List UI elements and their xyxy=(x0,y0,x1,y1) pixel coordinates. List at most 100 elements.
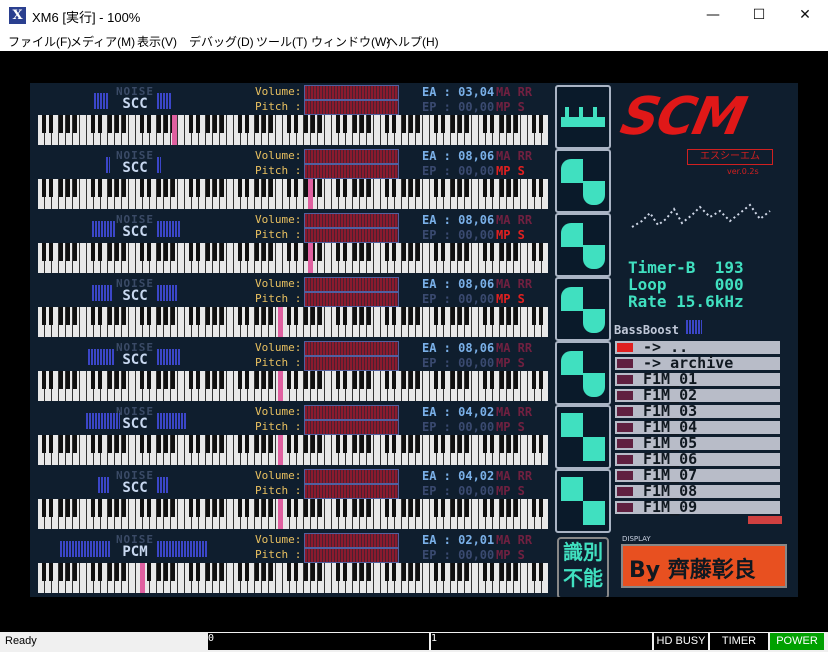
waveform-box xyxy=(555,85,611,149)
keyboard xyxy=(38,115,548,145)
active-key xyxy=(278,499,283,529)
chip-label: SCC xyxy=(122,288,148,304)
file-name: F1M_08 xyxy=(643,482,698,500)
minimize-button[interactable]: — xyxy=(690,0,736,30)
level-meter-right xyxy=(157,349,181,365)
waveform-box xyxy=(555,149,611,213)
author-credit: By 齊藤彰良 xyxy=(629,558,756,583)
file-marker xyxy=(617,391,633,400)
bassboost-meter xyxy=(686,320,702,334)
close-button[interactable]: ✕ xyxy=(782,0,828,30)
waveform-box xyxy=(555,341,611,405)
level-meter-left xyxy=(94,93,108,109)
file-list-item[interactable]: F1M_02 xyxy=(615,386,780,404)
level-meter-left xyxy=(60,541,110,557)
file-name: F1M_02 xyxy=(643,386,698,404)
file-marker xyxy=(617,407,633,416)
keyboard xyxy=(38,371,548,401)
file-list-item[interactable]: -> archive xyxy=(615,354,780,372)
volume-label: Volume: xyxy=(255,533,302,546)
ma-flags: MA RR xyxy=(496,341,533,355)
mp-flags: MP S xyxy=(496,420,525,434)
chip-label: SCC xyxy=(122,480,148,496)
ea-readout: EA : 04,02 xyxy=(422,405,495,419)
file-list-item[interactable]: -> .. xyxy=(615,338,780,356)
file-list-item[interactable]: F1M_07 xyxy=(615,467,780,483)
author-box: By 齊藤彰良 xyxy=(621,544,787,588)
menu-bar: ファイル(F) メディア(M) 表示(V) デバッグ(D) ツール(T) ウィン… xyxy=(0,30,828,51)
mp-flags: MP S xyxy=(496,292,525,306)
menu-window[interactable]: ウィンドウ(W) xyxy=(311,33,390,50)
file-list-item[interactable]: F1M_08 xyxy=(615,482,780,500)
pitch-label: Pitch : xyxy=(255,548,302,561)
file-list-item[interactable]: F1M_09 xyxy=(615,498,780,516)
active-key xyxy=(172,115,177,145)
file-list-item[interactable]: F1M_01 xyxy=(615,371,780,387)
active-key xyxy=(308,179,313,209)
file-name: F1M_05 xyxy=(643,434,698,452)
channel-row: NOISE PCM Volume: Pitch : EA : 02,01 EP : 00,… xyxy=(30,531,553,595)
menu-file[interactable]: ファイル(F) xyxy=(8,33,71,50)
level-meter-right xyxy=(157,541,207,557)
active-key xyxy=(278,307,283,337)
status-text: Ready xyxy=(5,635,37,647)
ep-readout: EP : 00,00 xyxy=(422,484,495,498)
status-bar: Ready 0 1 HD BUSY TIMER POWER xyxy=(0,632,828,652)
volume-label: Volume: xyxy=(255,213,302,226)
mp-flags: MP S xyxy=(496,484,525,498)
pitch-bar xyxy=(304,292,399,307)
file-list-item[interactable]: F1M_03 xyxy=(615,403,780,419)
channel-row: NOISE SCC Volume: Pitch : EA : 08,06 EP : 00,… xyxy=(30,211,553,275)
volume-bar xyxy=(304,213,399,228)
volume-bar xyxy=(304,533,399,548)
keyboard xyxy=(38,307,548,337)
menu-view[interactable]: 表示(V) xyxy=(137,33,177,50)
ma-flags: MA RR xyxy=(496,213,533,227)
ea-readout: EA : 08,06 xyxy=(422,149,495,163)
maximize-button[interactable]: ☐ xyxy=(736,0,782,30)
file-name: -> archive xyxy=(643,354,734,372)
channel-row: NOISE SCC Volume: Pitch : EA : 04,02 EP : 00,… xyxy=(30,403,553,467)
pitch-bar xyxy=(304,100,399,115)
menu-help[interactable]: ヘルプ(H) xyxy=(386,33,439,50)
volume-bar xyxy=(304,469,399,484)
display-tag: DISPLAY xyxy=(622,535,651,543)
waveform-box xyxy=(555,469,611,533)
level-meter-left xyxy=(98,477,110,493)
chip-label: SCC xyxy=(122,352,148,368)
pitch-label: Pitch : xyxy=(255,228,302,241)
volume-bar xyxy=(304,85,399,100)
app-icon: X xyxy=(9,7,26,24)
ea-readout: EA : 02,01 xyxy=(422,533,495,547)
file-name: F1M_06 xyxy=(643,450,698,468)
volume-bar xyxy=(304,149,399,164)
file-marker xyxy=(617,359,633,368)
ma-flags: MA RR xyxy=(496,277,533,291)
pitch-bar xyxy=(304,420,399,435)
menu-tools[interactable]: ツール(T) xyxy=(256,33,307,50)
mp-flags: MP S xyxy=(496,100,525,114)
ma-flags: MA RR xyxy=(496,405,533,419)
file-name: F1M_09 xyxy=(643,498,698,516)
pitch-bar xyxy=(304,484,399,499)
chip-label: SCC xyxy=(122,160,148,176)
file-list-item[interactable]: F1M_06 xyxy=(615,450,780,468)
file-list-item[interactable]: F1M_05 xyxy=(615,434,780,452)
level-meter-left xyxy=(92,221,116,237)
ea-readout: EA : 04,02 xyxy=(422,469,495,483)
menu-media[interactable]: メディア(M) xyxy=(70,33,135,50)
file-name: -> .. xyxy=(643,338,689,356)
menu-debug[interactable]: デバッグ(D) xyxy=(189,33,254,50)
loop-readout: Loop 000 xyxy=(628,275,744,294)
file-marker xyxy=(617,471,633,480)
logo-version: ver.0.2s xyxy=(727,167,759,176)
active-key xyxy=(278,371,283,401)
pitch-bar xyxy=(304,548,399,563)
emulator-display[interactable]: NOISE SCC Volume: Pitch : EA : 03,04 EP : 00,… xyxy=(0,51,828,632)
mp-flags: MP S xyxy=(496,356,525,370)
unknown-waveform: 識別不能 xyxy=(557,537,609,597)
pitch-label: Pitch : xyxy=(255,292,302,305)
scm-logo: SCM xyxy=(615,87,750,147)
ep-readout: EP : 00,00 xyxy=(422,420,495,434)
file-list-item[interactable]: F1M_04 xyxy=(615,419,780,435)
